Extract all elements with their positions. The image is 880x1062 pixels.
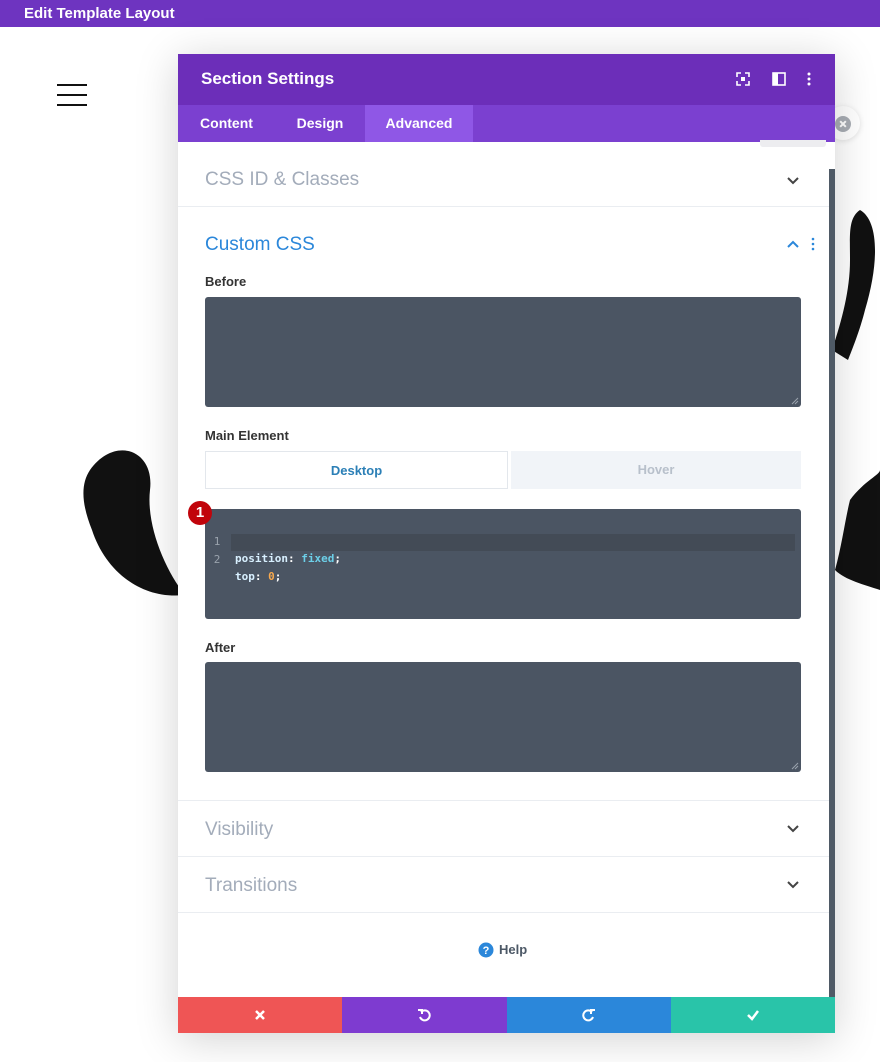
redo-button[interactable]: [506, 997, 671, 1033]
section-settings-modal: Section Settings Content Design Advanced…: [178, 54, 835, 1033]
modal-title: Section Settings: [201, 69, 335, 88]
chevron-down-icon[interactable]: [786, 824, 800, 834]
after-label: After: [205, 640, 236, 655]
css-value: 0: [268, 570, 275, 583]
tab-advanced[interactable]: Advanced: [365, 105, 473, 142]
chevron-up-icon[interactable]: [786, 239, 800, 249]
code-line: 2 top: 0;: [213, 553, 282, 583]
active-line-highlight: [231, 534, 795, 551]
modal-header: Section Settings: [178, 54, 835, 105]
divider: [178, 912, 829, 913]
tab-content[interactable]: Content: [178, 105, 275, 142]
hover-toggle[interactable]: Hover: [511, 451, 801, 489]
divider: [178, 856, 829, 857]
top-bar: Edit Template Layout: [0, 0, 880, 27]
main-element-label: Main Element: [205, 428, 289, 443]
undo-icon: [418, 1009, 431, 1022]
css-property: top: [235, 570, 255, 583]
modal-tabs: Content Design Advanced: [178, 105, 835, 142]
check-icon: [746, 1010, 759, 1021]
save-button[interactable]: [670, 997, 835, 1033]
section-options-icon[interactable]: [810, 237, 816, 251]
before-label: Before: [205, 274, 247, 289]
section-title-css-id[interactable]: CSS ID & Classes: [205, 169, 359, 191]
background-brush-shape-left: [83, 450, 185, 596]
modal-scrollbar[interactable]: [829, 169, 835, 997]
fullscreen-icon[interactable]: [735, 71, 751, 87]
more-options-icon[interactable]: [801, 71, 817, 87]
help-icon: ?: [478, 942, 494, 958]
section-title-visibility[interactable]: Visibility: [205, 819, 273, 841]
after-css-textarea[interactable]: [205, 662, 801, 772]
resize-handle-icon[interactable]: [791, 397, 799, 405]
top-bar-title: Edit Template Layout: [24, 5, 175, 22]
code-line: 1 position: fixed;: [213, 535, 341, 565]
help-label: Help: [499, 942, 528, 957]
modal-footer: [178, 997, 835, 1033]
annotation-badge: 1: [188, 501, 212, 525]
divider: [178, 206, 829, 207]
undo-button[interactable]: [342, 997, 507, 1033]
main-element-code-editor[interactable]: 1 position: fixed; 2 top: 0;: [205, 509, 801, 619]
close-icon: [255, 1010, 265, 1020]
sidebar-layout-icon[interactable]: [771, 71, 787, 87]
faint-header-tab: [760, 140, 826, 147]
section-title-transitions[interactable]: Transitions: [205, 875, 297, 897]
redo-icon: [581, 1009, 595, 1022]
before-css-textarea[interactable]: [205, 297, 801, 407]
line-number: 2: [213, 553, 221, 566]
tab-design[interactable]: Design: [275, 105, 365, 142]
chevron-down-icon[interactable]: [786, 880, 800, 890]
resize-handle-icon[interactable]: [791, 762, 799, 770]
svg-text:?: ?: [483, 945, 490, 957]
section-title-custom-css[interactable]: Custom CSS: [205, 234, 315, 256]
divider: [178, 800, 829, 801]
discard-button[interactable]: [178, 997, 343, 1033]
css-value: fixed: [301, 552, 335, 565]
hamburger-menu-icon[interactable]: [57, 84, 87, 106]
chevron-down-icon[interactable]: [786, 176, 800, 186]
close-circle-icon: [835, 116, 851, 132]
desktop-toggle[interactable]: Desktop: [205, 451, 508, 489]
